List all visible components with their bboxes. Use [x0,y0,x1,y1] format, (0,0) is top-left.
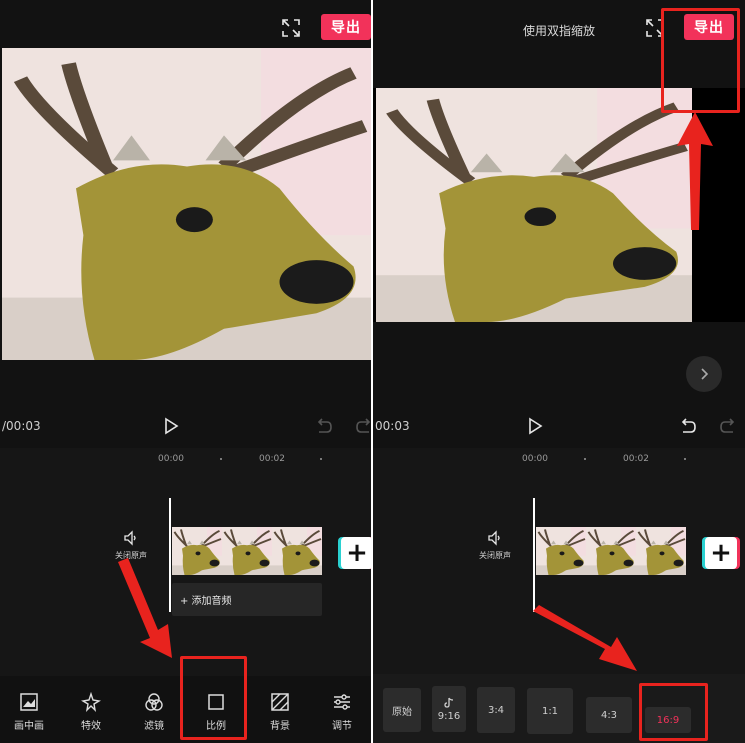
clip-thumbnail [586,527,636,575]
clip-thumbnail [536,527,586,575]
plus-icon: + [346,538,368,568]
redo-icon[interactable] [355,418,371,434]
speaker-icon [124,530,136,546]
add-audio-button[interactable]: + 添加音频 [172,583,322,616]
ratio-tool-highlight [180,656,247,740]
mute-original-audio[interactable]: 关闭原声 [101,530,161,561]
add-clip-button[interactable]: + [341,537,371,569]
left-editor-panel: 导出 /00:03 00:00 00:02 关闭原声 + + 添加音频 画中画 [0,0,371,743]
ratio-label: 1:1 [541,705,559,717]
video-preview[interactable] [2,48,371,360]
plus-icon: + [710,538,732,568]
ruler-mark: 00:00 [158,454,184,464]
current-time: /00:03 [2,419,41,433]
ruler-mark: 00:02 [259,454,285,464]
play-icon[interactable] [162,417,180,435]
redo-icon[interactable] [719,418,737,434]
tool-label: 特效 [81,721,101,732]
tiktok-icon [444,697,454,708]
ratio-16-9-highlight [639,683,708,741]
ruler-mark: 00:00 [522,454,548,464]
playhead[interactable] [169,498,171,612]
filter-circles-icon [145,693,163,711]
deer-photo [376,88,692,322]
video-track[interactable] [172,527,322,575]
ratio-label: 原始 [392,706,412,718]
ratio-1-1-button[interactable]: 1:1 [527,688,573,734]
picture-in-picture-icon [20,693,38,711]
add-clip-button[interactable]: + [705,537,737,569]
ratio-3-4-button[interactable]: 3:4 [477,687,515,733]
top-bar: 导出 [0,0,371,48]
tool-picture-in-picture[interactable]: 画中画 [7,692,51,732]
export-button[interactable]: 导出 [321,14,371,40]
video-track[interactable] [536,527,686,575]
speaker-icon [488,530,500,546]
play-icon[interactable] [526,417,544,435]
clip-thumbnail [172,527,222,575]
clip-thumbnail [636,527,686,575]
playhead[interactable] [533,498,535,612]
current-time: 00:03 [375,419,410,433]
tool-background[interactable]: 背景 [258,692,302,732]
mute-original-audio[interactable]: 关闭原声 [465,530,525,561]
ratio-9-16-button[interactable]: 9:16 [432,686,466,732]
right-editor-panel: 使用双指缩放 导出 00:03 00:00 00:02 关闭原声 + 原始 9:… [373,0,745,743]
tool-adjust[interactable]: 调节 [320,692,364,732]
clip-thumbnail [222,527,272,575]
ratio-4-3-button[interactable]: 4:3 [586,697,632,733]
tool-label: 调节 [332,721,352,732]
chevron-right-icon [701,368,709,380]
ruler-mark: 00:02 [623,454,649,464]
ruler-dot [220,458,222,460]
undo-icon[interactable] [679,418,697,434]
next-button[interactable] [686,356,722,392]
ratio-label: 4:3 [600,709,618,721]
tool-effects[interactable]: 特效 [69,692,113,732]
ruler-dot [320,458,322,460]
mute-label: 关闭原声 [479,551,511,560]
undo-icon[interactable] [315,418,333,434]
tool-label: 背景 [270,721,290,732]
deer-photo [2,48,371,360]
adjust-sliders-icon [334,694,350,710]
ruler-dot [684,458,686,460]
tool-label: 画中画 [14,721,44,732]
sparkle-icon [81,692,101,712]
tool-filters[interactable]: 滤镜 [132,692,176,732]
tool-label: 滤镜 [144,721,164,732]
fullscreen-icon[interactable] [281,18,301,38]
ratio-label: 3:4 [487,704,505,716]
video-preview[interactable] [376,88,692,322]
export-highlight [661,8,740,113]
background-hatch-icon [271,693,289,711]
ruler-dot [584,458,586,460]
ratio-original-button[interactable]: 原始 [383,688,421,732]
clip-thumbnail [272,527,322,575]
ratio-label: 9:16 [437,710,461,722]
mute-label: 关闭原声 [115,551,147,560]
